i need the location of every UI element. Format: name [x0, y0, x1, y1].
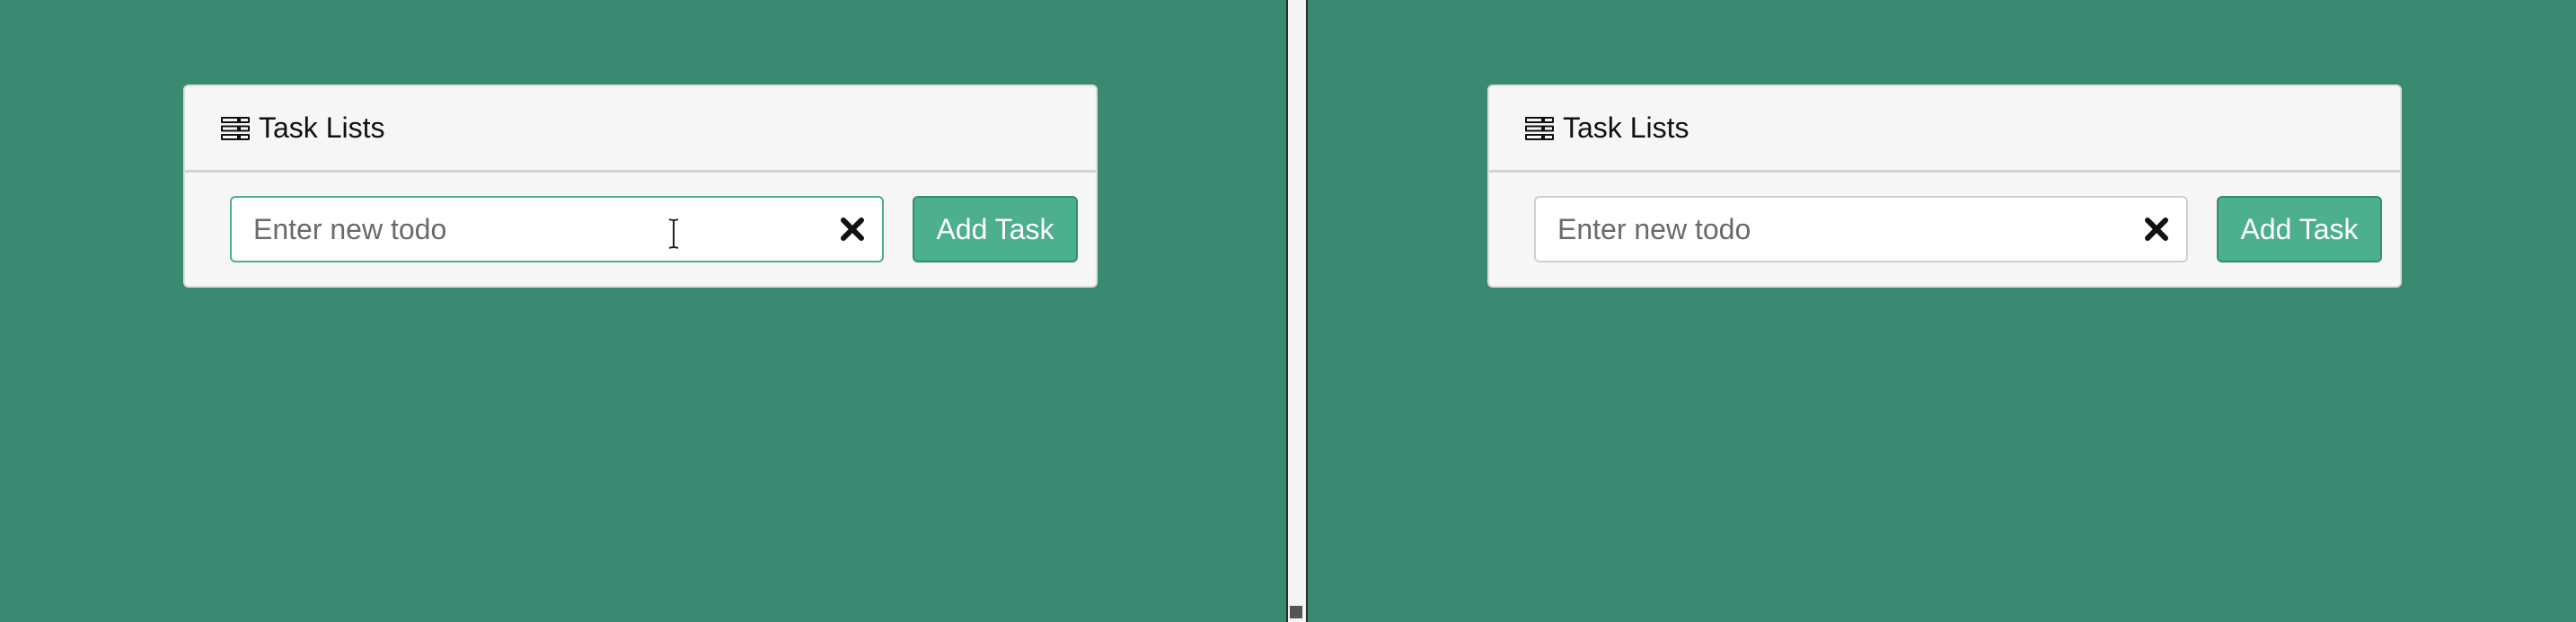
card-title: Task Lists	[259, 111, 385, 144]
split-divider[interactable]	[1286, 0, 1308, 622]
right-pane: Task Lists Add Task	[1308, 0, 2576, 622]
close-icon[interactable]	[837, 214, 868, 244]
text-cursor-icon	[666, 218, 681, 250]
card-header: Task Lists	[185, 86, 1096, 173]
add-task-button[interactable]: Add Task	[913, 196, 1078, 262]
task-list-card: Task Lists Add Task	[1487, 84, 2402, 288]
list-icon	[1525, 116, 1554, 140]
card-title: Task Lists	[1563, 111, 1689, 144]
todo-input[interactable]	[232, 198, 807, 261]
add-task-button[interactable]: Add Task	[2217, 196, 2382, 262]
close-icon[interactable]	[2141, 214, 2172, 244]
card-body: Add Task	[185, 173, 1096, 286]
split-view: Task Lists Add Task	[0, 0, 2576, 622]
resize-grip-icon[interactable]	[1290, 606, 1302, 618]
left-pane: Task Lists Add Task	[0, 0, 1286, 622]
list-icon	[221, 116, 250, 140]
card-header: Task Lists	[1489, 86, 2400, 173]
todo-input-group	[1534, 196, 2188, 262]
task-list-card: Task Lists Add Task	[183, 84, 1098, 288]
todo-input-group	[230, 196, 884, 262]
todo-input[interactable]	[1536, 198, 2111, 261]
card-body: Add Task	[1489, 173, 2400, 286]
